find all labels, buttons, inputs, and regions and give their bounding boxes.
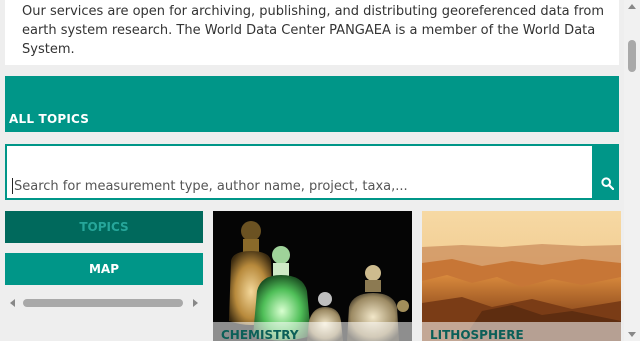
scroll-down-icon[interactable] [628, 332, 636, 337]
scroll-right-icon[interactable] [193, 299, 198, 307]
tile-label-chemistry: CHEMISTRY [221, 328, 299, 341]
tile-caption: CHEMISTRY [213, 322, 412, 341]
all-topics-header: ALL TOPICS [5, 76, 619, 132]
search-icon [600, 177, 614, 190]
vertical-scroll-thumb[interactable] [628, 40, 636, 72]
tab-topics[interactable]: TOPICS [5, 211, 203, 243]
text-caret [12, 178, 13, 194]
scroll-left-icon[interactable] [10, 299, 15, 307]
topic-tile-chemistry[interactable]: CHEMISTRY [213, 211, 412, 341]
tile-label-lithosphere: LITHOSPHERE [430, 328, 524, 341]
all-topics-title: ALL TOPICS [9, 112, 90, 126]
tab-map[interactable]: MAP [5, 253, 203, 285]
tab-map-label: MAP [88, 262, 120, 276]
intro-text: Our services are open for archiving, pub… [22, 4, 605, 57]
horizontal-scrollbar[interactable] [5, 295, 203, 311]
search-box [5, 144, 619, 200]
topic-tile-lithosphere[interactable]: LITHOSPHERE [422, 211, 621, 341]
scroll-up-icon[interactable] [628, 4, 636, 9]
tab-topics-label: TOPICS [79, 220, 129, 234]
search-button[interactable] [595, 146, 619, 198]
tile-caption: LITHOSPHERE [422, 322, 621, 341]
search-input[interactable] [7, 146, 592, 198]
vertical-scrollbar[interactable] [624, 0, 640, 341]
intro-panel: Our services are open for archiving, pub… [5, 0, 619, 65]
horizontal-scroll-thumb[interactable] [23, 299, 183, 307]
